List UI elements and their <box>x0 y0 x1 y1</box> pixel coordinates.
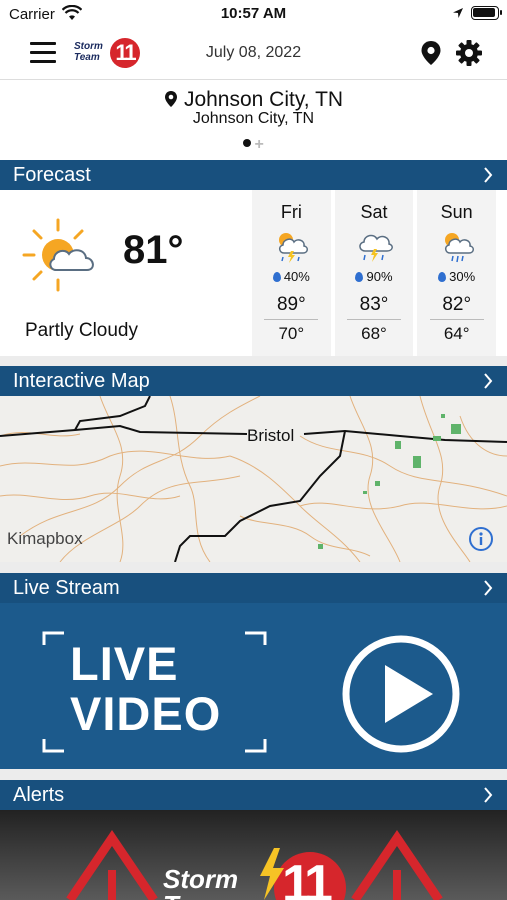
live-stream-section-header[interactable]: Live Stream <box>0 573 507 603</box>
raindrop-icon <box>438 272 447 282</box>
alerts-logo-number: 11 <box>282 855 333 900</box>
forecast-day[interactable]: Fri 40% 89° 70° <box>252 190 335 356</box>
alert-warning-graphic <box>0 810 507 900</box>
interactive-map-section-header[interactable]: Interactive Map <box>0 366 507 396</box>
map-city-label: Bristol <box>247 426 295 445</box>
rain-chance: 30% <box>417 269 496 284</box>
forecast-section-header[interactable]: Forecast <box>0 160 507 190</box>
lightning-bolt-icon <box>260 848 284 900</box>
clock: 10:57 AM <box>220 5 287 22</box>
rain-chance: 40% <box>252 269 331 284</box>
alerts-section-header[interactable]: Alerts <box>0 780 507 810</box>
location-subtitle: Johnson City, TN <box>192 110 315 127</box>
status-bar: Carrier 10:57 AM <box>0 0 507 28</box>
location-panel[interactable]: Johnson City, TN Johnson City, TN + <box>0 80 507 160</box>
battery-icon <box>471 6 502 20</box>
forecast-day[interactable]: Sat 90% 83° 68° <box>335 190 418 356</box>
chevron-right-icon <box>484 167 493 183</box>
map-attribution: Kimapbox <box>7 529 83 548</box>
app-header: Storm Team 11 July 08, 2022 <box>0 28 507 80</box>
interactive-map[interactable]: Bristol Kimapbox <box>0 396 507 562</box>
location-pin-button[interactable] <box>420 40 442 71</box>
partly-cloudy-icon <box>22 218 102 299</box>
chevron-right-icon <box>484 580 493 596</box>
page-indicator[interactable]: + <box>0 136 507 154</box>
forecast-card[interactable]: 81° Partly Cloudy Fri 40% 89° 70° Sat 90… <box>0 190 507 356</box>
chevron-right-icon <box>484 373 493 389</box>
thunderstorm-icon <box>335 227 414 267</box>
raindrop-icon <box>355 272 364 282</box>
alerts-logo-text: StormTeam <box>163 864 239 900</box>
raindrop-icon <box>272 272 281 282</box>
current-condition: Partly Cloudy <box>25 320 138 341</box>
alerts-banner[interactable]: StormTeam 11 <box>0 810 507 900</box>
current-temperature: 81° <box>123 228 184 272</box>
live-video-player[interactable]: LIVE VIDEO <box>0 603 507 769</box>
map-pin-icon <box>164 91 177 107</box>
forecast-day[interactable]: Sun 30% 82° 64° <box>417 190 496 356</box>
live-video-text: LIVE VIDEO <box>70 637 222 740</box>
location-arrow-icon <box>452 6 464 24</box>
chevron-right-icon <box>484 787 493 803</box>
rain-chance: 90% <box>335 269 414 284</box>
thunderstorm-sun-icon <box>252 227 331 267</box>
location-city: Johnson City, TN <box>0 88 507 112</box>
info-icon[interactable] <box>468 526 494 552</box>
play-icon[interactable] <box>340 633 462 755</box>
daily-forecast: Fri 40% 89° 70° Sat 90% 83° 68° Sun 30% <box>252 190 496 356</box>
showers-sun-icon <box>417 227 496 267</box>
settings-gear-button[interactable] <box>455 39 483 72</box>
